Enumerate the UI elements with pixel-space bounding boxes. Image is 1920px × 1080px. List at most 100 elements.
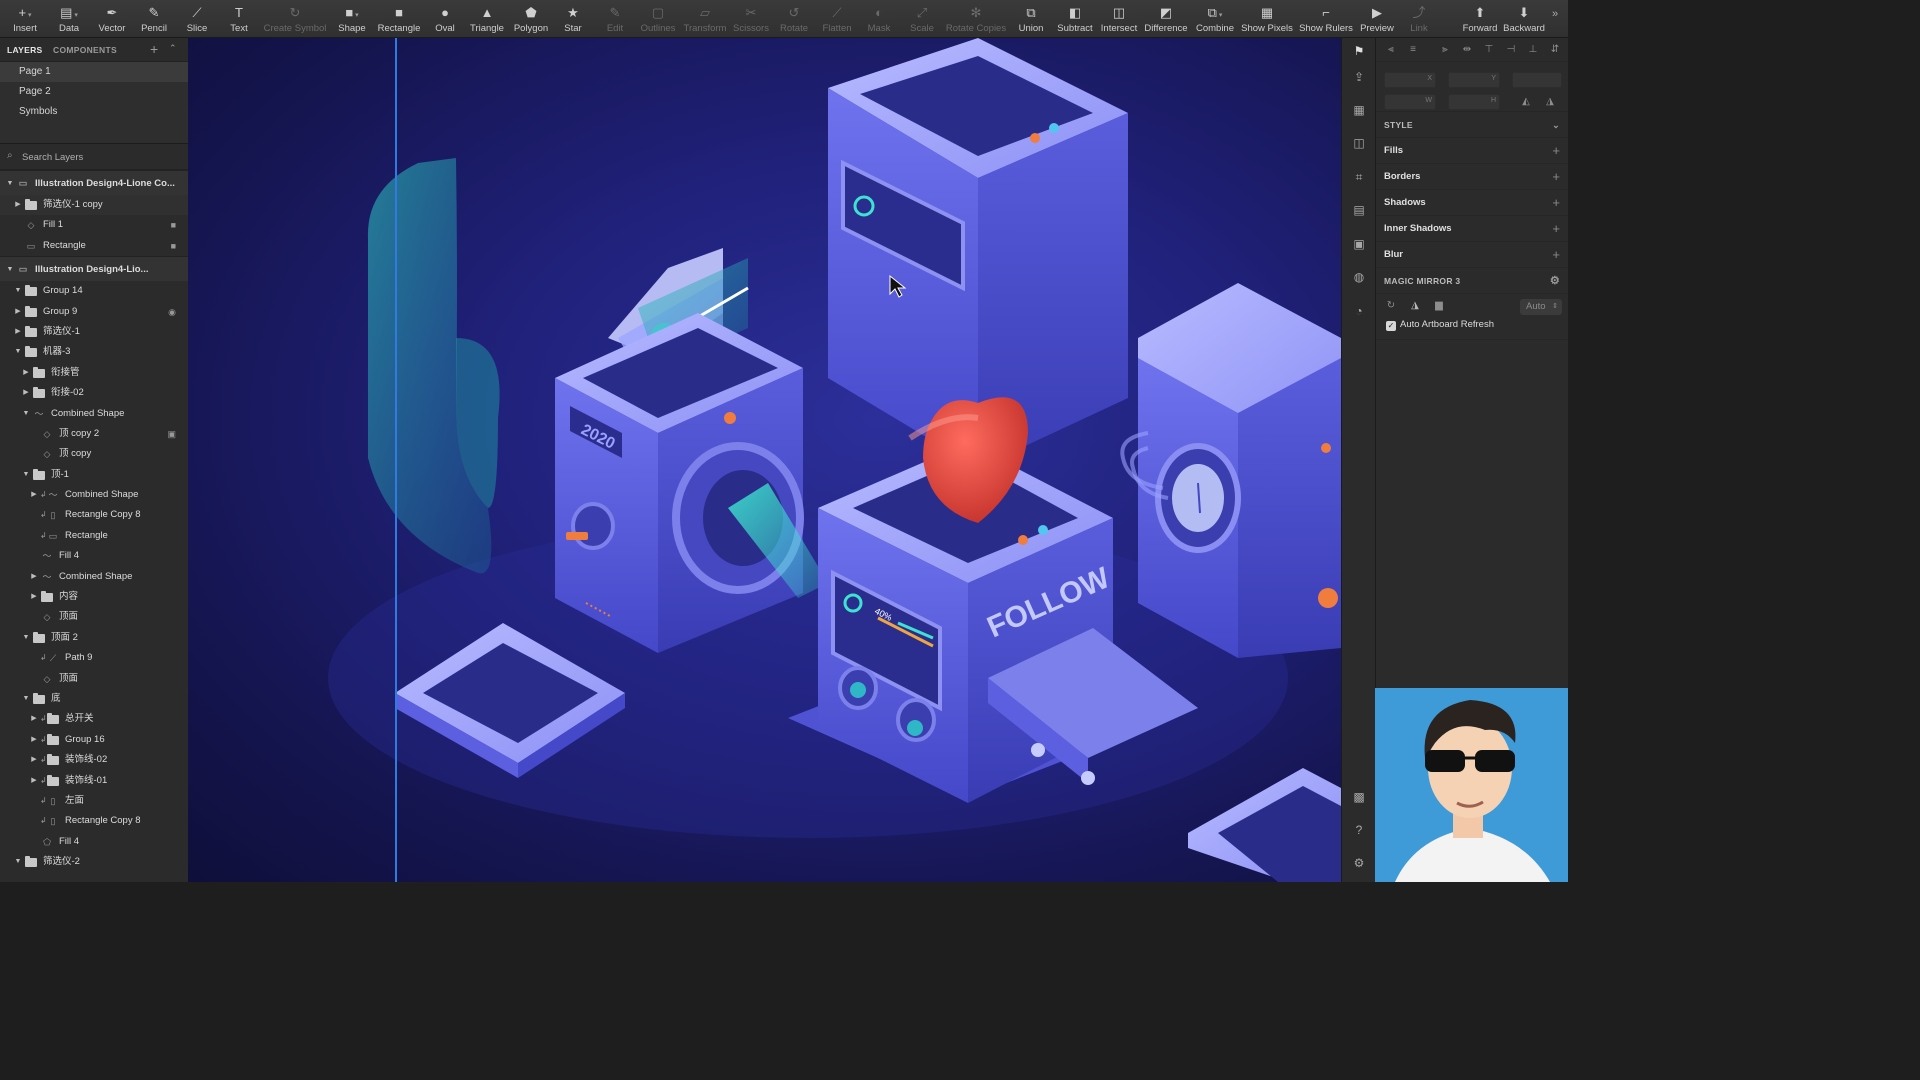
- artboard-row[interactable]: ▼ ▭ Illustration Design4-Lione Co...: [0, 170, 188, 195]
- align-bottom-icon[interactable]: ⊥: [1526, 43, 1540, 57]
- align-top-icon[interactable]: ⊤: [1482, 43, 1496, 57]
- add-icon[interactable]: +: [1552, 190, 1560, 216]
- page-item[interactable]: Symbols: [0, 102, 188, 122]
- layer-row[interactable]: ▼ 机器-3: [0, 342, 188, 362]
- layer-row[interactable]: ◇ 顶面: [0, 607, 188, 627]
- tab-components[interactable]: COMPONENTS: [53, 45, 117, 55]
- layer-row[interactable]: 〜 Fill 4: [0, 546, 188, 566]
- layer-row[interactable]: ▼ 筛选仪-2: [0, 852, 188, 872]
- hidden-eye-icon[interactable]: ◉: [168, 302, 176, 322]
- toolbar-overflow-icon[interactable]: »: [1552, 8, 1558, 20]
- disclosure-open-icon[interactable]: ▼: [21, 689, 31, 709]
- style-section-blur[interactable]: Blur +: [1376, 242, 1568, 268]
- export-icon[interactable]: ⇪: [1350, 68, 1368, 86]
- add-icon[interactable]: +: [1552, 216, 1560, 242]
- grid-table-icon[interactable]: ▦: [1350, 101, 1368, 119]
- style-section-inner-shadows[interactable]: Inner Shadows +: [1376, 216, 1568, 242]
- disclosure-open-icon[interactable]: ▼: [5, 257, 15, 282]
- tool-create-symbol[interactable]: ↻ Create Symbol: [264, 3, 327, 37]
- layer-row[interactable]: ▶ 内容: [0, 587, 188, 607]
- component-icon[interactable]: ▣: [1350, 235, 1368, 253]
- flag-icon[interactable]: ⚑: [1350, 42, 1368, 60]
- x-field[interactable]: X: [1384, 72, 1436, 88]
- page-item[interactable]: Page 2: [0, 82, 188, 102]
- flip-vertical-icon[interactable]: ◮: [1543, 95, 1557, 109]
- flip-horizontal-icon[interactable]: ◭: [1519, 95, 1533, 109]
- disclosure-open-icon[interactable]: ▼: [5, 171, 15, 196]
- disclosure-open-icon[interactable]: ▼: [13, 342, 23, 362]
- align-left-icon[interactable]: ⫷: [1384, 43, 1398, 57]
- disclosure-open-icon[interactable]: ▼: [21, 404, 31, 424]
- align-right-icon[interactable]: ⫸: [1438, 43, 1452, 57]
- style-header[interactable]: STYLE ⌄: [1376, 112, 1568, 138]
- disclosure-closed-icon[interactable]: ▶: [29, 567, 39, 587]
- disclosure-closed-icon[interactable]: ▶: [29, 750, 39, 770]
- disclosure-closed-icon[interactable]: ▶: [29, 771, 39, 791]
- tool-show-rulers[interactable]: ⌐ Show Rulers: [1299, 3, 1353, 37]
- layer-row[interactable]: ↲ ▯ Rectangle Copy 8: [0, 505, 188, 525]
- layer-row[interactable]: ▶ ↲ 装饰线-01: [0, 771, 188, 791]
- layer-row[interactable]: ▶ Group 9 ◉: [0, 302, 188, 322]
- disclosure-closed-icon[interactable]: ▶: [21, 363, 31, 383]
- layer-row[interactable]: ▶ 〜 Combined Shape: [0, 567, 188, 587]
- collapse-pages-icon[interactable]: ⌃: [169, 43, 177, 54]
- mirror-icon[interactable]: ◮: [1408, 299, 1422, 313]
- artboard-row[interactable]: ▼ ▭ Illustration Design4-Lio...: [0, 256, 188, 282]
- lock-icon[interactable]: ■: [171, 236, 176, 256]
- disclosure-closed-icon[interactable]: ▶: [29, 709, 39, 729]
- tool-rotate-copies[interactable]: ✻ Rotate Copies: [946, 3, 1006, 37]
- w-field[interactable]: W: [1384, 94, 1436, 110]
- tool-show-pixels[interactable]: ▦ Show Pixels: [1241, 3, 1293, 37]
- pie-chart-icon[interactable]: ◔: [1350, 302, 1368, 320]
- layer-row[interactable]: ◇ 顶面: [0, 669, 188, 689]
- layer-row[interactable]: ▶ 筛选仪-1: [0, 322, 188, 342]
- distribute-v-icon[interactable]: ⇵: [1548, 43, 1562, 57]
- disclosure-open-icon[interactable]: ▼: [13, 852, 23, 872]
- symbol-icon[interactable]: ▣: [167, 424, 176, 444]
- layer-row[interactable]: ⬠ Fill 4: [0, 832, 188, 852]
- distribute-h-icon[interactable]: ⇹: [1460, 43, 1474, 57]
- palette-icon[interactable]: ◍: [1350, 268, 1368, 286]
- refresh-icon[interactable]: ↻: [1384, 299, 1398, 313]
- settings-gear-icon[interactable]: ⚙: [1350, 854, 1368, 872]
- layer-row[interactable]: ▼ 〜 Combined Shape: [0, 404, 188, 424]
- rotation-field[interactable]: [1512, 72, 1562, 88]
- disclosure-closed-icon[interactable]: ▶: [29, 485, 39, 505]
- layer-row[interactable]: ▶ ↲ 〜 Combined Shape: [0, 485, 188, 505]
- layer-row[interactable]: ▶ ↲ Group 16: [0, 730, 188, 750]
- disclosure-closed-icon[interactable]: ▶: [13, 302, 23, 322]
- tab-layers[interactable]: LAYERS: [7, 45, 43, 55]
- disclosure-open-icon[interactable]: ▼: [13, 281, 23, 301]
- lock-icon[interactable]: ■: [171, 215, 176, 235]
- crop-icon[interactable]: ⌗: [1350, 168, 1368, 186]
- layer-row[interactable]: ◇ 顶 copy: [0, 444, 188, 464]
- auto-refresh-checkbox[interactable]: ✓: [1386, 321, 1396, 331]
- disclosure-closed-icon[interactable]: ▶: [13, 195, 23, 215]
- tool-link[interactable]: ⤴ Link: [1396, 3, 1442, 37]
- trash-icon[interactable]: ▆: [1432, 299, 1446, 313]
- align-center-h-icon[interactable]: ≡: [1406, 43, 1420, 57]
- help-icon[interactable]: ?: [1350, 821, 1368, 839]
- layer-row[interactable]: ▼ 顶面 2: [0, 628, 188, 648]
- layer-row[interactable]: ▶ ↲ 装饰线-02: [0, 750, 188, 770]
- search-layers-input[interactable]: [22, 149, 172, 165]
- layer-row[interactable]: ↲ ▭ Rectangle: [0, 526, 188, 546]
- gift-icon[interactable]: ▩: [1350, 788, 1368, 806]
- add-icon[interactable]: +: [1552, 138, 1560, 164]
- layer-row[interactable]: ◇ Fill 1 ■: [0, 215, 188, 235]
- layer-row[interactable]: ▶ 筛选仪-1 copy: [0, 195, 188, 216]
- y-field[interactable]: Y: [1448, 72, 1500, 88]
- layer-row[interactable]: ▶ 衔接管: [0, 363, 188, 383]
- tool-scale[interactable]: ⤢ Scale: [899, 3, 945, 37]
- layout-icon[interactable]: ▤: [1350, 201, 1368, 219]
- tool-text[interactable]: T Text: [216, 3, 262, 37]
- disclosure-closed-icon[interactable]: ▶: [29, 730, 39, 750]
- auto-mode-select[interactable]: Auto ⇕: [1520, 299, 1562, 315]
- layer-row[interactable]: ↲ ⟋ Path 9: [0, 648, 188, 668]
- layer-row[interactable]: ▭ Rectangle ■: [0, 236, 188, 256]
- add-page-icon[interactable]: +: [150, 41, 158, 57]
- h-field[interactable]: H: [1448, 94, 1500, 110]
- style-section-fills[interactable]: Fills +: [1376, 138, 1568, 164]
- layer-row[interactable]: ↲ ▯ 左面: [0, 791, 188, 811]
- design-canvas[interactable]: 2020 FOLLOW 40%: [188, 38, 1341, 882]
